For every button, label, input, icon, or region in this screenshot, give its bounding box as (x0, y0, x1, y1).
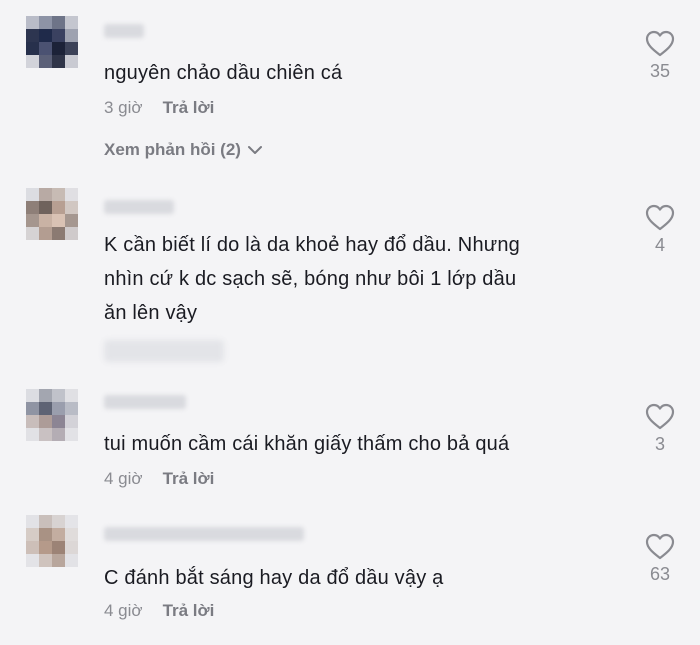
heart-outline-icon (645, 403, 675, 430)
comment-time: 4 giờ (104, 601, 143, 620)
comment-meta: 4 giờ Trả lời (104, 601, 214, 621)
comment-item: nguyên chảo dầu chiên cá 3 giờ Trả lời X… (0, 0, 700, 180)
username[interactable] (104, 527, 304, 541)
like-button[interactable]: 4 (636, 204, 684, 256)
like-button[interactable]: 35 (636, 30, 684, 82)
comment-text-line: nhìn cứ k dc sạch sẽ, bóng như bôi 1 lớp… (104, 268, 517, 290)
comment-text-line: tui muốn cầm cái khăn giấy thấm cho bả q… (104, 433, 510, 455)
chevron-down-icon (247, 146, 262, 154)
comment-text-line: nguyên chảo dầu chiên cá (104, 62, 343, 84)
comment-meta: 4 giờ Trả lời (104, 469, 214, 489)
avatar[interactable] (26, 188, 78, 240)
avatar[interactable] (26, 16, 78, 68)
comment-text: C đánh bắt sáng hay da đổ dầu vậy ạ (104, 561, 624, 595)
heart-outline-icon (645, 533, 675, 560)
like-count: 3 (654, 434, 665, 454)
like-count: 35 (649, 61, 671, 81)
username[interactable] (104, 200, 174, 214)
view-replies-label: Xem phản hồi (2) (104, 140, 241, 159)
view-replies-button[interactable]: Xem phản hồi (2) (104, 140, 263, 160)
avatar[interactable] (26, 515, 78, 567)
like-button[interactable]: 3 (636, 403, 684, 455)
comment-item: K cần biết lí do là da khoẻ hay đổ dầu. … (0, 180, 700, 375)
comment-meta (104, 340, 224, 362)
username[interactable] (104, 395, 186, 409)
reply-button[interactable]: Trả lời (163, 469, 215, 489)
comment-text: nguyên chảo dầu chiên cá (104, 56, 624, 90)
heart-outline-icon (645, 204, 675, 231)
comment-text: K cần biết lí do là da khoẻ hay đổ dầu. … (104, 228, 624, 330)
like-count: 63 (649, 564, 671, 584)
comment-time: 3 giờ (104, 98, 143, 117)
comment-item: C đánh bắt sáng hay da đổ dầu vậy ạ 4 gi… (0, 505, 700, 645)
comment-text-line: C đánh bắt sáng hay da đổ dầu vậy ạ (104, 567, 444, 589)
like-count: 4 (654, 235, 665, 255)
comment-text-line: K cần biết lí do là da khoẻ hay đổ dầu. … (104, 234, 521, 256)
reply-button[interactable]: Trả lời (163, 98, 215, 118)
comment-text: tui muốn cầm cái khăn giấy thấm cho bả q… (104, 427, 624, 461)
heart-outline-icon (645, 30, 675, 57)
comment-text-line: ăn lên vậy (104, 302, 198, 324)
comment-item: tui muốn cầm cái khăn giấy thấm cho bả q… (0, 375, 700, 505)
reply-button[interactable]: Trả lời (163, 601, 215, 621)
avatar[interactable] (26, 389, 78, 441)
username[interactable] (104, 24, 144, 38)
like-button[interactable]: 63 (636, 533, 684, 585)
comment-meta: 3 giờ Trả lời (104, 98, 214, 118)
comment-time: 4 giờ (104, 469, 143, 488)
